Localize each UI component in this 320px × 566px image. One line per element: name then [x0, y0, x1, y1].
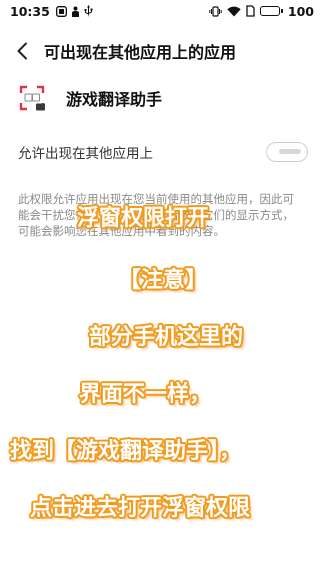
app-row[interactable]: 游戏翻译助手 — [18, 84, 162, 112]
caption-line-5: 找到【游戏翻译助手】， — [10, 439, 242, 464]
app-name: 游戏翻译助手 — [66, 90, 163, 109]
chevron-left-icon — [17, 42, 27, 60]
permission-row[interactable]: 允许出现在其他应用上 — [18, 138, 308, 166]
wifi-icon — [227, 6, 241, 17]
caption-line-4: 界面不一样， — [79, 382, 212, 407]
person-icon — [71, 6, 80, 17]
back-button[interactable] — [0, 34, 44, 68]
permission-description: 此权限允许应用出现在您当前使用的其他应用，因此可能会干扰您使用任何应用，或者改变… — [18, 192, 294, 238]
vibrate-icon — [209, 5, 222, 17]
usb-icon — [84, 5, 93, 17]
permission-label: 允许出现在其他应用上 — [18, 146, 153, 162]
battery-icon — [259, 6, 283, 16]
app-icon — [18, 84, 46, 112]
caption-line-3: 部分手机这里的 — [89, 325, 244, 350]
status-bar: 10:35 100 — [0, 0, 320, 22]
battery-level: 100 — [287, 3, 314, 19]
caption-line-6: 点击进去打开浮窗权限 — [30, 496, 251, 521]
permission-toggle[interactable] — [266, 142, 308, 162]
page-title: 可出现在其他应用上的应用 — [44, 43, 237, 62]
notification-badge-icon — [55, 5, 67, 17]
toggle-knob — [279, 149, 301, 154]
sim-icon — [246, 5, 255, 17]
caption-line-2: 【注意】 — [119, 268, 208, 293]
page-header: 可出现在其他应用上的应用 — [0, 34, 320, 68]
status-time: 10:35 — [10, 3, 50, 19]
